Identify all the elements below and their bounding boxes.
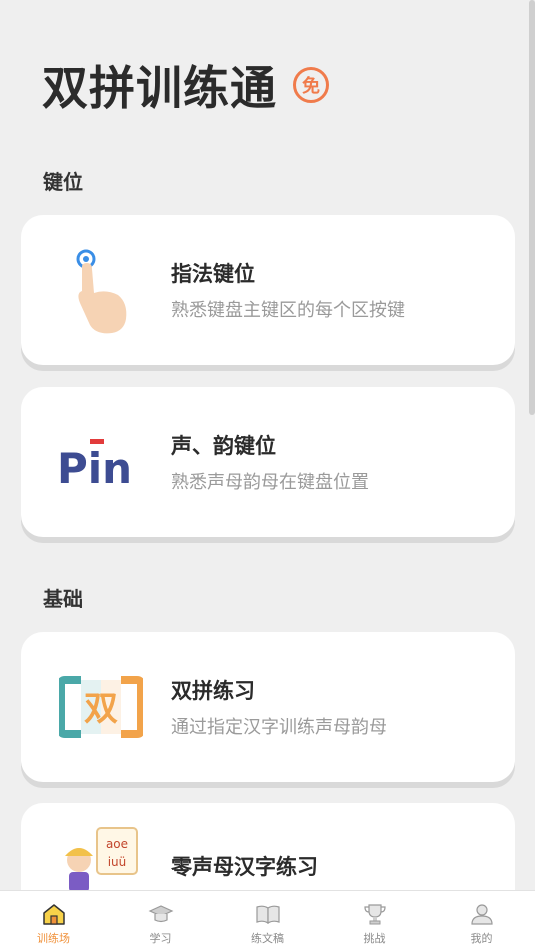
card-text: 零声母汉字练习 (171, 851, 318, 881)
card-title: 零声母汉字练习 (171, 855, 318, 879)
card-finger-keys[interactable]: 指法键位 熟悉键盘主键区的每个区按键 (21, 215, 515, 365)
card-shuangpin-practice[interactable]: 双 双拼练习 通过指定汉字训练声母韵母 (21, 632, 515, 782)
section-title-keys: 键位 (43, 170, 83, 194)
app-title: 双拼训练通 (42, 61, 277, 115)
finger-tap-icon (51, 240, 151, 340)
trophy-icon (363, 903, 386, 924)
book-icon (255, 905, 280, 924)
card-desc: 通过指定汉字训练声母韵母 (171, 717, 387, 738)
section-title-basics: 基础 (43, 587, 83, 611)
nav-label: 训练场 (37, 931, 70, 945)
nav-item-challenge[interactable]: 挑战 (321, 891, 428, 951)
card-initials-finals-keys[interactable]: Pin 声、韵键位 熟悉声母韵母在键盘位置 (21, 387, 515, 537)
card-title: 声、韵键位 (171, 434, 276, 458)
app-screen: 双拼训练通 免 键位 指法键位 熟悉键盘主键区的每个区按键 Pin 声、韵键位 … (0, 0, 535, 951)
shuang-icon-text: 双 (84, 689, 118, 729)
card-title: 双拼练习 (171, 679, 255, 703)
nav-label: 我的 (470, 931, 493, 945)
user-icon (470, 903, 493, 925)
nav-label: 练文稿 (251, 931, 284, 945)
home-icon (42, 903, 65, 925)
nav-item-training[interactable]: 训练场 (0, 891, 107, 951)
pin-logo-text: Pin (57, 444, 132, 487)
card-text: 声、韵键位 熟悉声母韵母在键盘位置 (171, 430, 369, 494)
graduation-cap-icon (148, 904, 173, 922)
nav-label: 学习 (149, 931, 172, 945)
card-text: 双拼练习 通过指定汉字训练声母韵母 (171, 675, 387, 739)
board-line-1: aoe (106, 837, 128, 851)
free-badge: 免 (293, 67, 329, 103)
pin-logo-icon: Pin (51, 412, 151, 512)
card-desc: 熟悉声母韵母在键盘位置 (171, 472, 369, 493)
card-text: 指法键位 熟悉键盘主键区的每个区按键 (171, 258, 405, 322)
card-title: 指法键位 (171, 262, 255, 286)
scrollbar[interactable] (529, 0, 535, 415)
page-header: 双拼训练通 免 (42, 52, 329, 118)
nav-label: 挑战 (363, 931, 386, 945)
bottom-nav: 训练场 学习 练文稿 挑战 我的 (0, 890, 535, 951)
board-line-2: iuü (108, 855, 127, 869)
nav-item-study[interactable]: 学习 (107, 891, 214, 951)
nav-item-mine[interactable]: 我的 (428, 891, 535, 951)
card-desc: 熟悉键盘主键区的每个区按键 (171, 300, 405, 321)
shuang-icon: 双 (51, 657, 151, 757)
nav-item-practice-text[interactable]: 练文稿 (214, 891, 321, 951)
